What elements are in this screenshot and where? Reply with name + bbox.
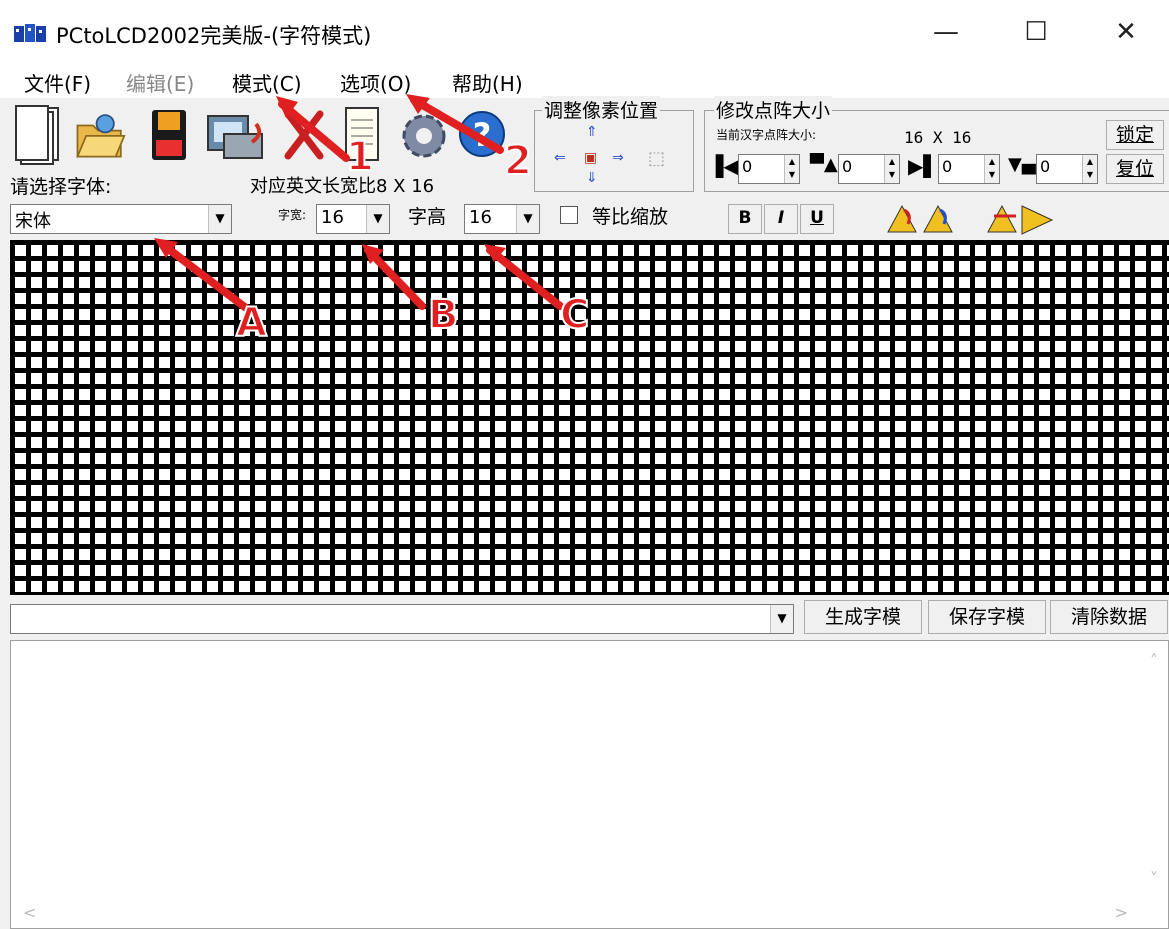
cut-icon[interactable] — [278, 104, 330, 166]
menu-help[interactable]: 帮助(H) — [452, 68, 523, 97]
generate-button[interactable]: 生成字模 — [804, 600, 922, 634]
italic-button[interactable]: I — [764, 204, 798, 234]
menu-options[interactable]: 选项(O) — [340, 68, 411, 97]
menu-edit[interactable]: 编辑(E) — [126, 68, 194, 97]
scroll-down-icon[interactable]: ˅ — [1150, 869, 1158, 888]
window-title: PCtoLCD2002完美版-(字符模式) — [56, 24, 372, 48]
shift-right-icon[interactable]: ⇒ — [612, 150, 624, 166]
annotation-1: 1 — [345, 133, 375, 181]
clear-data-button[interactable]: 清除数据 — [1050, 600, 1168, 634]
maximize-button[interactable]: ☐ — [1006, 8, 1066, 56]
help-icon[interactable]: ? — [456, 104, 508, 166]
font-combo[interactable]: 宋体 ▼ — [10, 204, 232, 234]
bottom-spin[interactable]: 0 ▲ ▼ — [1036, 154, 1098, 184]
chevron-down-icon: ▼ — [770, 605, 793, 633]
current-size-value: 16 X 16 — [904, 128, 972, 147]
right-edge-icon: ▶▌ — [908, 154, 939, 178]
proportional-label: 等比缩放 — [592, 206, 669, 228]
open-folder-icon[interactable] — [74, 104, 126, 166]
shift-left-icon[interactable]: ⇐ — [554, 150, 566, 166]
shift-down-icon[interactable]: ⇓ — [586, 170, 598, 186]
height-label: 字高 — [408, 206, 447, 228]
text-input-combo[interactable]: ▼ — [10, 604, 794, 634]
shift-up-icon[interactable]: ⇑ — [586, 124, 598, 140]
top-spin[interactable]: 0 ▲ ▼ — [838, 154, 900, 184]
height-combo[interactable]: 16 ▼ — [464, 204, 540, 234]
reset-button[interactable]: 复位 — [1106, 154, 1164, 184]
proportional-checkbox[interactable] — [560, 206, 578, 224]
fit-icon[interactable]: ⬚ — [648, 148, 665, 169]
width-combo[interactable]: 16 ▼ — [316, 204, 390, 234]
rotate-icons[interactable] — [884, 202, 958, 236]
scroll-left-icon[interactable]: < — [23, 903, 36, 922]
settings-gear-icon[interactable] — [398, 104, 450, 166]
chevron-down-icon: ▼ — [516, 205, 539, 233]
chevron-down-icon: ▼ — [366, 205, 389, 233]
mirror-icons[interactable] — [984, 202, 1058, 236]
pixel-grid-canvas[interactable] — [10, 240, 1169, 595]
pixel-position-title: 调整像素位置 — [542, 96, 661, 123]
center-icon[interactable]: ▣ — [584, 150, 597, 166]
scroll-right-icon[interactable]: > — [1115, 903, 1128, 922]
bottom-edge-icon: ▼▄ — [1008, 154, 1036, 175]
chevron-down-icon: ▼ — [208, 205, 231, 233]
matrix-size-title: 修改点阵大小 — [714, 96, 833, 123]
title-bar: PCtoLCD2002完美版-(字符模式) — ☐ ✕ — [0, 0, 1169, 64]
save-disk-icon[interactable] — [144, 104, 196, 166]
new-document-icon[interactable] — [12, 104, 64, 166]
left-spin[interactable]: 0 ▲ ▼ — [738, 154, 800, 184]
save-font-button[interactable]: 保存字模 — [928, 600, 1046, 634]
import-image-icon[interactable] — [204, 104, 268, 166]
scroll-up-icon[interactable]: ˄ — [1150, 651, 1158, 670]
lock-button[interactable]: 锁定 — [1106, 120, 1164, 150]
right-spin[interactable]: 0 ▲ ▼ — [938, 154, 1000, 184]
menu-file[interactable]: 文件(F) — [24, 68, 91, 97]
underline-button[interactable]: U — [800, 204, 834, 234]
annotation-2: 2 — [503, 137, 533, 185]
left-edge-icon: ▐◀ — [708, 154, 739, 178]
top-edge-icon: ▀▲ — [810, 154, 838, 175]
annotation-c: C — [559, 291, 590, 339]
bold-button[interactable]: B — [728, 204, 762, 234]
app-icon — [14, 24, 46, 42]
annotation-a: A — [235, 299, 268, 347]
ratio-label: 对应英文长宽比8 X 16 — [250, 176, 435, 197]
menu-mode[interactable]: 模式(C) — [232, 68, 302, 97]
width-label: 字宽: — [278, 208, 307, 222]
close-button[interactable]: ✕ — [1096, 8, 1156, 56]
annotation-b: B — [427, 291, 459, 339]
svg-text:?: ? — [473, 116, 492, 154]
current-size-label: 当前汉字点阵大小: — [716, 128, 817, 142]
font-select-label: 请选择字体: — [10, 176, 112, 198]
minimize-button[interactable]: — — [916, 8, 976, 56]
output-textarea[interactable]: ˄ ˅ < > — [10, 640, 1169, 929]
menu-bar: 文件(F) 编辑(E) 模式(C) 选项(O) 帮助(H) — [0, 64, 1169, 98]
